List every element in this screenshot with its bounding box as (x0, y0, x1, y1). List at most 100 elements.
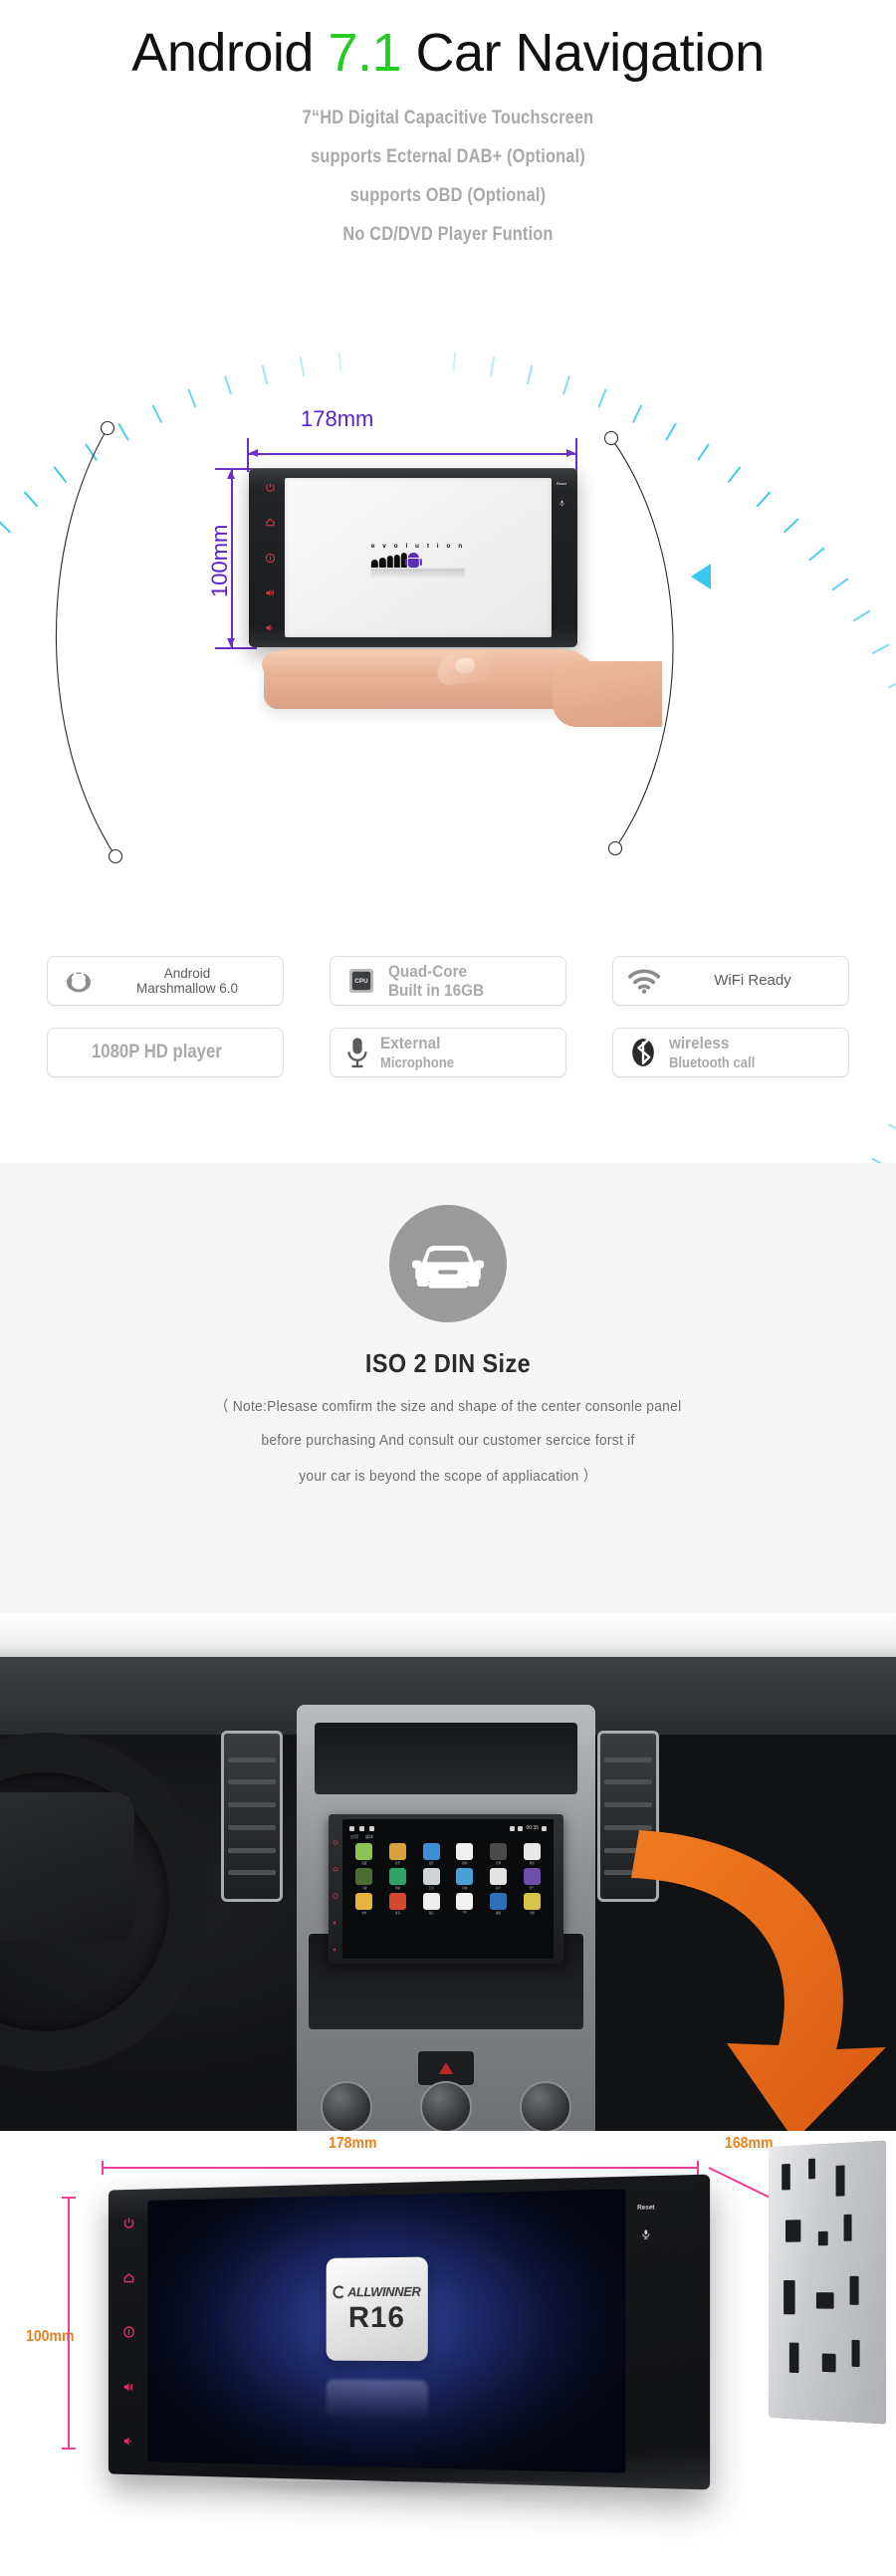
tab-media[interactable]: 媒体 (365, 1834, 373, 1840)
badge-line-1: Android (163, 965, 211, 981)
evolution-figures (370, 552, 465, 569)
volume-down-icon[interactable] (265, 622, 276, 633)
arc-tick (697, 443, 710, 461)
device-hero-scene: 178mm 100mm e v o l u t i o n Reset (0, 351, 896, 1462)
product-head-unit: ALLWINNER R16 Reset (108, 2174, 711, 2490)
head-unit-screen: e v o l u t i o n (285, 478, 552, 637)
badge-android-version[interactable]: Android Marshmallow 6.0 (47, 956, 284, 1006)
air-vent-left (221, 1731, 283, 1902)
app-icon-label: 商店 (428, 1912, 434, 1915)
volume-down-icon[interactable] (122, 2435, 135, 2449)
width-dim-line (249, 453, 575, 455)
app-icon[interactable]: 导航 (382, 1868, 414, 1890)
power-icon[interactable] (265, 482, 276, 493)
climate-knob[interactable] (520, 2081, 571, 2131)
arc-tick (337, 351, 342, 372)
product-screen: ALLWINNER R16 (147, 2189, 626, 2473)
evolution-reflection (370, 569, 466, 580)
app-icon[interactable]: 天气 (516, 1868, 548, 1890)
reset-label[interactable]: Reset (557, 482, 566, 486)
badge-line-1: External (380, 1033, 441, 1053)
console-upper-tray (315, 1723, 577, 1794)
arc-tick (597, 388, 607, 408)
app-icon[interactable]: QQ (449, 1893, 481, 1915)
title-version: 7.1 (328, 23, 402, 83)
app-icon-glyph (355, 1868, 373, 1885)
badge-label: 1080P HD player (91, 1042, 222, 1063)
info-icon[interactable] (333, 1886, 338, 1899)
app-icon[interactable]: 商店 (415, 1893, 447, 1915)
climate-control-knobs[interactable] (297, 2073, 595, 2131)
app-icon[interactable]: 浏览 (516, 1843, 548, 1865)
microphone-icon (344, 1036, 370, 1069)
badge-wifi[interactable]: WiFi Ready (612, 956, 849, 1006)
app-icon[interactable]: 设置 (348, 1843, 380, 1865)
home-icon[interactable] (333, 1859, 338, 1872)
app-icon[interactable]: 工具 (415, 1868, 447, 1890)
page-title: Android 7.1 Car Navigation (0, 0, 896, 84)
head-unit-button-strip[interactable] (259, 482, 281, 633)
app-icon-glyph (456, 1843, 474, 1860)
height-dim-line (231, 470, 233, 647)
app-icon[interactable]: 计划 (516, 1893, 548, 1915)
volume-down-icon[interactable] (333, 1940, 338, 1952)
android-marshmallow-icon (62, 964, 96, 998)
home-icon[interactable] (265, 517, 276, 528)
badge-line-1: wireless (669, 1033, 730, 1053)
reset-label[interactable]: Reset (637, 2205, 655, 2212)
badge-cpu[interactable]: CPU Quad-Core Built in 16GB (330, 956, 566, 1006)
app-icon[interactable]: 文件 (348, 1893, 380, 1915)
mic-icon (559, 494, 565, 507)
app-icon[interactable]: 铃声 (483, 1868, 515, 1890)
app-drawer-tabs[interactable]: 应用 媒体 (347, 1833, 549, 1842)
car-front-icon (389, 1205, 507, 1322)
arc-tick (452, 351, 457, 372)
info-icon[interactable] (265, 553, 276, 564)
menu-icon[interactable] (359, 1825, 364, 1831)
home-icon[interactable] (349, 1825, 354, 1831)
badge-video[interactable]: 1080P HD player (47, 1028, 284, 1077)
climate-knob[interactable] (420, 2081, 472, 2131)
app-icon[interactable]: 蓝牙 (415, 1843, 447, 1865)
app-icon-label: 导航 (394, 1887, 401, 1890)
volume-up-icon[interactable] (122, 2380, 135, 2393)
app-icon[interactable]: 计算 (483, 1843, 515, 1865)
app-icon-label: QQ (462, 1911, 467, 1914)
width-dimension-label: 178mm (301, 406, 374, 431)
info-icon[interactable] (122, 2325, 135, 2338)
back-icon[interactable] (542, 1825, 547, 1831)
climate-knob[interactable] (321, 2081, 372, 2131)
power-icon[interactable] (333, 1832, 338, 1845)
badge-label: wireless Bluetooth call (669, 1034, 755, 1071)
arc-tick (887, 678, 896, 689)
home-icon[interactable] (122, 2270, 135, 2283)
evolution-android-robot (404, 553, 422, 569)
chip-brand-text: ALLWINNER (347, 2283, 421, 2299)
product-right-controls: Reset (632, 2205, 660, 2239)
orange-transition-arrow (631, 1830, 886, 2131)
app-icon-label: 下载 (361, 1887, 367, 1890)
badge-microphone[interactable]: External Microphone (330, 1028, 566, 1077)
app-icon-grid[interactable]: 设置 音乐 蓝牙 搜狗 计算 浏览下载 导航 工具 音效 铃声 天气文件 录音 商店 QQ 视频 计划 (347, 1842, 549, 1916)
app-icon[interactable]: 音乐 (382, 1843, 414, 1865)
arc-tick (561, 375, 571, 395)
volume-up-icon[interactable] (265, 587, 276, 598)
app-icon-label: 视频 (495, 1912, 502, 1915)
apps-icon[interactable] (369, 1825, 374, 1831)
product-button-strip[interactable] (120, 2217, 136, 2449)
app-icon[interactable]: 录音 (382, 1893, 414, 1915)
app-icon[interactable]: 视频 (483, 1893, 515, 1915)
badge-row-2: 1080P HD player External Microphone wire… (0, 1028, 896, 1077)
iso-note-line: your car is beyond the scope of appliaca… (299, 1468, 597, 1485)
installed-unit-screen[interactable]: 00:35 应用 媒体 设置 音乐 蓝牙 搜狗 计算 浏览 下载 导航 工具 音效 铃声 天气 文件 录音… (342, 1819, 554, 1959)
app-icon[interactable]: 音效 (449, 1868, 481, 1890)
volume-up-icon[interactable] (333, 1913, 338, 1925)
tab-apps[interactable]: 应用 (350, 1834, 358, 1840)
badge-label: Android Marshmallow 6.0 (106, 966, 269, 996)
badge-bluetooth[interactable]: wireless Bluetooth call (612, 1028, 849, 1077)
app-icon[interactable]: 搜狗 (449, 1843, 481, 1865)
power-icon[interactable] (122, 2217, 135, 2230)
arc-tick (85, 443, 98, 461)
app-icon[interactable]: 下载 (348, 1868, 380, 1890)
installed-unit-buttons[interactable] (331, 1822, 340, 1956)
